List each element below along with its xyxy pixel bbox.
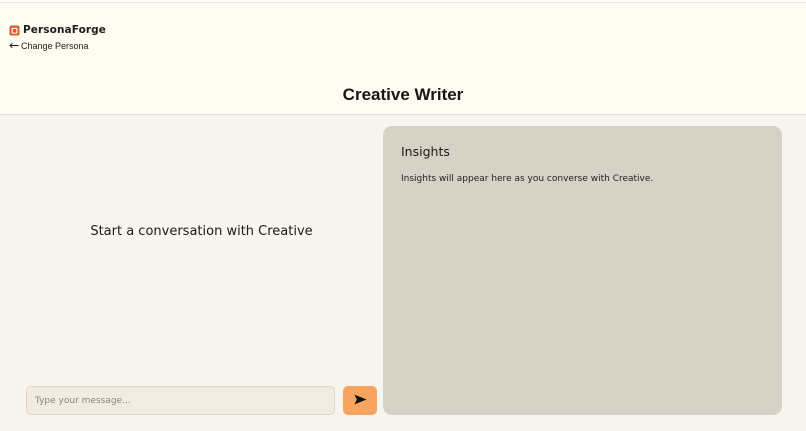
message-input[interactable] <box>26 386 335 415</box>
chat-pane: Start a conversation with Creative <box>0 115 382 431</box>
brand[interactable]: PersonaForge <box>9 24 106 36</box>
page-header: PersonaForge Change Persona Creative Wri… <box>0 3 806 115</box>
page-title: Creative Writer <box>342 85 464 104</box>
send-button[interactable] <box>343 386 377 415</box>
persona-logo-icon <box>9 25 20 36</box>
change-persona-link[interactable]: Change Persona <box>9 41 89 51</box>
insights-title: Insights <box>401 144 450 159</box>
insights-panel: Insights Insights will appear here as yo… <box>383 126 782 415</box>
change-persona-label: Change Persona <box>21 41 89 51</box>
back-arrow-icon <box>9 41 19 51</box>
chat-empty-state: Start a conversation with Creative <box>90 224 313 239</box>
insights-placeholder-text: Insights will appear here as you convers… <box>401 174 654 184</box>
brand-name: PersonaForge <box>23 24 106 36</box>
send-arrow-icon <box>354 393 367 408</box>
